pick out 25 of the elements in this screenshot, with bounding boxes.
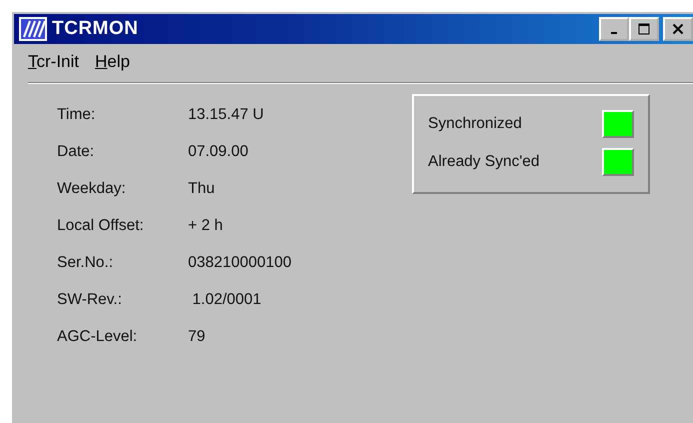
menu-item[interactable]: Help — [93, 50, 132, 74]
window-title: TCRMON — [52, 18, 138, 40]
field-label: Ser.No.: — [57, 254, 114, 273]
field-label: Date: — [57, 143, 96, 162]
field-value: 038210000100 — [188, 254, 292, 273]
field-value: 1.02/0001 — [191, 291, 262, 310]
field-value: 07.09.00 — [188, 143, 248, 162]
field-value: 79 — [188, 328, 206, 347]
field-label: Local Offset: — [57, 217, 145, 236]
field-label: Weekday: — [57, 180, 127, 199]
field-value: + 2 h — [188, 217, 223, 236]
app-logo-icon — [19, 17, 47, 41]
close-button[interactable] — [663, 17, 693, 41]
maximize-icon — [638, 23, 650, 35]
close-icon — [672, 23, 684, 35]
field-label: Time: — [57, 106, 96, 125]
field-value: Thu — [188, 180, 215, 199]
field-value: 13.15.47 U — [188, 106, 264, 125]
minimize-icon — [611, 32, 617, 34]
indicator-label: Already Sync'ed — [428, 153, 540, 171]
menu-item[interactable]: Tcr-Init — [26, 50, 81, 74]
maximize-button[interactable] — [629, 17, 659, 41]
field-label: SW-Rev.: — [57, 291, 123, 310]
indicator-label: Synchronized — [428, 115, 522, 133]
field-label: AGC-Level: — [57, 328, 138, 347]
